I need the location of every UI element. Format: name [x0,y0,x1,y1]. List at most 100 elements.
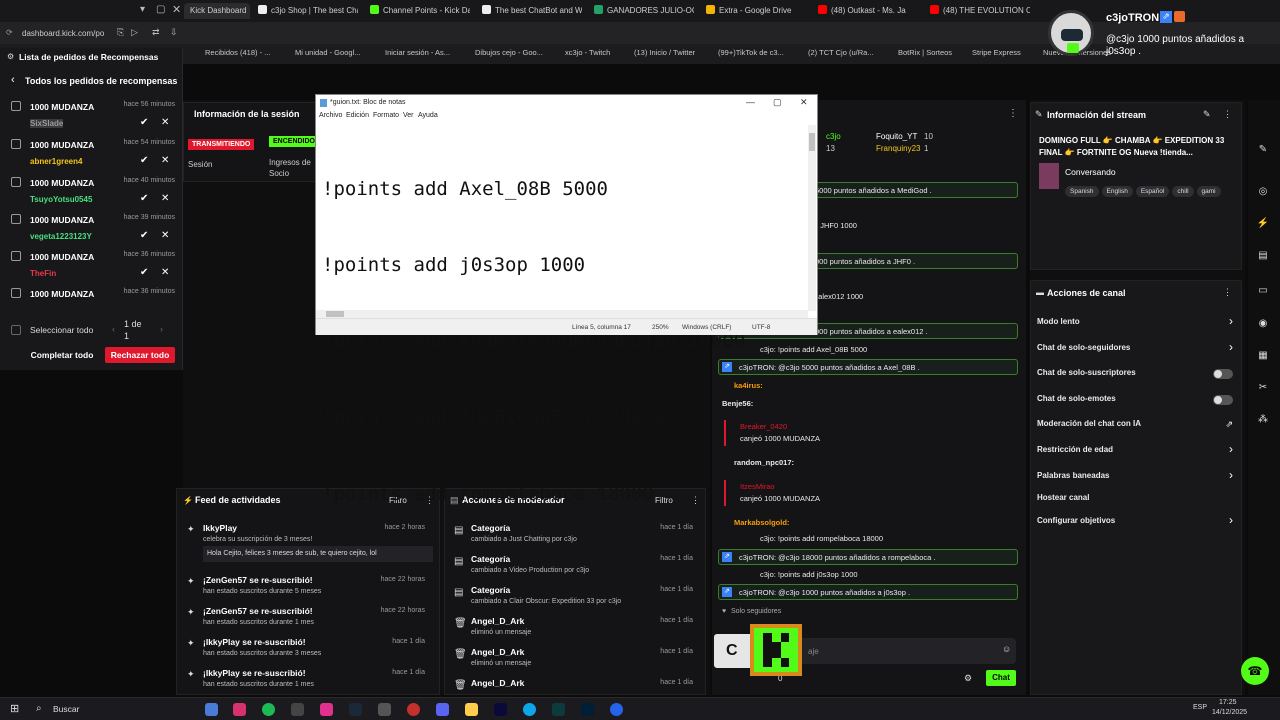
bookmark-botrix[interactable]: BotRix | Sorteos [898,48,952,57]
close-icon[interactable]: ✕ [800,97,808,108]
window-icon[interactable]: ▢ [156,4,165,15]
bookmark-dibujos[interactable]: Dibujos cejo - Goo... [475,48,543,57]
support-chat-icon[interactable]: ☎ [1241,657,1269,685]
language-indicator[interactable]: ESP [1193,704,1207,711]
ai-moderation-row[interactable]: Moderación del chat con IA ⇗ [1031,419,1243,435]
bookmark-twitch[interactable]: xc3jo - Twitch [565,48,610,57]
bookmark-gmail[interactable]: Recibidos (418) - ... [205,48,270,57]
request-checkbox[interactable] [11,251,21,261]
settings-gear-icon[interactable]: ⚙ [964,673,972,684]
broadcast-icon[interactable]: ◉ [1256,318,1270,332]
close-tab-icon[interactable]: ✕ [172,3,181,16]
opera-icon[interactable] [407,703,420,716]
request-checkbox[interactable] [11,214,21,224]
request-checkbox[interactable] [11,177,21,187]
age-restriction-row[interactable]: Restricción de edad › [1031,442,1243,461]
emote-icon[interactable]: ☺ [1002,644,1011,654]
address-url[interactable]: dashboard.kick.com/po [22,29,104,38]
tab-kick-dashboard[interactable]: Kick Dashboard [184,3,250,19]
approve-icon[interactable]: ✔ [140,267,148,278]
notepad-text-area[interactable]: !points add Axel_08B 5000 !points add j0… [322,126,745,558]
reject-icon[interactable]: ✕ [161,155,169,166]
approve-icon[interactable]: ✔ [140,193,148,204]
kebab-menu-icon[interactable]: ⋮ [1223,287,1232,298]
minimize-icon[interactable]: — [746,97,755,107]
tab-google-drive[interactable]: Extra - Google Drive [706,3,806,19]
request-checkbox[interactable] [11,101,21,111]
approve-icon[interactable]: ✔ [140,230,148,241]
goals-row[interactable]: Configurar objetivos › [1031,513,1243,532]
pencil-icon[interactable]: ✎ [1256,144,1270,158]
approve-icon[interactable]: ✔ [140,117,148,128]
menu-ayuda[interactable]: Ayuda [418,112,438,119]
search-icon[interactable]: ⌕ [36,703,42,714]
select-all-checkbox[interactable] [11,325,21,335]
host-channel-row[interactable]: Hostear canal [1031,493,1243,509]
menu-ver[interactable]: Ver [403,112,414,119]
tab-chatbot[interactable]: The best ChatBot and W [482,3,582,19]
kebab-menu-icon[interactable]: ⋮ [1008,108,1018,119]
store-icon[interactable]: ▦ [1256,350,1270,364]
bookmark-tiktok[interactable]: (99+)TikTok de c3... [718,48,784,57]
bookmark-login[interactable]: Iniciar sesión - As... [385,48,450,57]
request-checkbox[interactable] [11,288,21,298]
tab-list-icon[interactable]: ▾ [140,4,145,15]
bookmark-drive[interactable]: Mi unidad - Googl... [295,48,360,57]
discord-icon[interactable] [436,703,449,716]
target-icon[interactable]: ◎ [1256,186,1270,200]
back-arrow-icon[interactable]: ‹ [11,74,15,86]
emotes-only-row[interactable]: Chat de solo-emotes [1031,394,1243,410]
edit-icon[interactable]: ✎ [1203,109,1211,120]
complete-all-button[interactable]: Completar todo [26,347,98,363]
spotify-icon[interactable] [262,703,275,716]
bookmark-twitter[interactable]: (13) Inicio / Twitter [634,48,695,57]
tab-youtube-1[interactable]: (48) Outkast - Ms. Ja [818,3,918,19]
document-icon[interactable]: ▤ [1256,250,1270,264]
menu-archivo[interactable]: Archivo [319,112,342,119]
chat-username[interactable]: Breaker_0420 [740,422,787,431]
request-checkbox[interactable] [11,139,21,149]
tab-c3jo-shop[interactable]: c3jo Shop | The best Cha [258,3,358,19]
copilot-icon[interactable] [205,703,218,716]
sync-icon[interactable]: ⇄ [152,27,160,38]
file-explorer-icon[interactable] [465,703,478,716]
subscribers-only-row[interactable]: Chat de solo-suscriptores [1031,368,1243,384]
approve-icon[interactable]: ✔ [140,155,148,166]
reject-icon[interactable]: ✕ [161,230,169,241]
reject-icon[interactable]: ✕ [161,267,169,278]
bolt-icon[interactable]: ⚡ [1256,218,1270,232]
chat-bubble-icon[interactable]: ▭ [1256,285,1270,299]
banned-words-row[interactable]: Palabras baneadas › [1031,468,1243,487]
app-icon[interactable] [320,703,333,716]
app-icon[interactable] [552,703,565,716]
app-icon[interactable] [233,703,246,716]
download-icon[interactable]: ⇩ [170,27,178,38]
app-icon[interactable] [291,703,304,716]
app-icon[interactable] [378,703,391,716]
edge-icon[interactable] [523,703,536,716]
photoshop-icon[interactable] [581,703,594,716]
emotes-only-toggle[interactable] [1213,395,1233,405]
followers-only-row[interactable]: Chat de solo-seguidores › [1031,340,1243,359]
taskbar-search[interactable]: Buscar [53,704,79,714]
apps-icon[interactable]: ⁂ [1256,414,1270,428]
reject-icon[interactable]: ✕ [161,193,169,204]
tab-channel-points[interactable]: Channel Points - Kick Da [370,3,470,19]
horizontal-scrollbar[interactable] [316,310,808,318]
bookmark-stripe[interactable]: Stripe Express [972,48,1021,57]
vertical-scrollbar[interactable] [808,125,816,311]
slow-mode-row[interactable]: Modo lento › [1031,314,1243,333]
prev-page-icon[interactable]: ‹ [112,324,115,334]
windows-start-icon[interactable]: ⊞ [10,702,19,715]
send-chat-button[interactable]: Chat [986,670,1016,686]
kebab-menu-icon[interactable]: ⋮ [1223,109,1232,120]
all-requests-link[interactable]: Todos los pedidos de recompensas [25,76,177,86]
clock-time[interactable]: 17:25 [1219,699,1237,706]
site-info-icon[interactable]: ⟳ [6,28,13,37]
share-icon[interactable]: ⎘ [117,27,124,38]
tools-icon[interactable]: ✂ [1256,382,1270,396]
steam-icon[interactable] [349,703,362,716]
next-page-icon[interactable]: › [160,324,163,334]
reject-all-button[interactable]: Rechazar todo [105,347,175,363]
clock-date[interactable]: 14/12/2025 [1212,709,1247,716]
